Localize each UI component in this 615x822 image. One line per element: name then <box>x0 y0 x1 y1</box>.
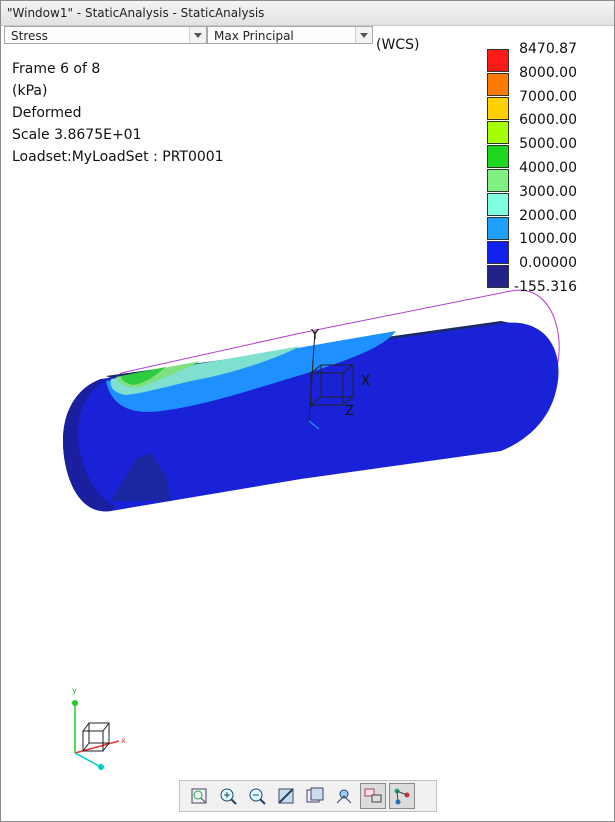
units-label: (kPa) <box>12 83 48 99</box>
view-manager-icon <box>364 788 382 803</box>
legend-value: 5000.00 <box>519 136 577 153</box>
view-toolbar <box>179 780 437 812</box>
axis-label-y: Y <box>310 328 319 343</box>
legend-value: 7000.00 <box>519 88 577 105</box>
legend-swatch <box>487 97 509 120</box>
scale-label: Scale 3.8675E+01 <box>12 127 142 143</box>
legend-swatch <box>487 121 509 144</box>
model-display-icon <box>394 788 410 805</box>
result-info: Frame 6 of 8 (kPa) Deformed Scale 3.8675… <box>12 58 224 168</box>
legend-value: 2000.00 <box>519 207 577 224</box>
legend-value: 8000.00 <box>519 64 577 81</box>
legend-value: -155.316 <box>514 278 577 295</box>
legend-swatch <box>487 49 509 72</box>
mini-axis-label-y: y <box>72 686 77 695</box>
zoom-in-icon <box>220 788 237 805</box>
legend-value: 4000.00 <box>519 159 577 176</box>
zoom-in-button[interactable] <box>215 783 241 809</box>
legend-swatch <box>487 73 509 96</box>
view-manager-button[interactable] <box>360 783 386 809</box>
analysis-window: "Window1" - StaticAnalysis - StaticAnaly… <box>0 0 615 822</box>
legend-value: 1000.00 <box>519 231 577 248</box>
axis-label-x: X <box>361 374 370 389</box>
display-style-button[interactable] <box>302 783 328 809</box>
frame-label: Frame 6 of 8 <box>12 61 101 77</box>
loadset-label: Loadset:MyLoadSet : PRT0001 <box>12 149 224 165</box>
color-legend <box>487 49 509 289</box>
refit-button[interactable] <box>186 783 212 809</box>
saved-view-icon <box>336 789 352 804</box>
display-mode-label: Deformed <box>12 105 82 121</box>
legend-value: 6000.00 <box>519 112 577 129</box>
axis-label-z: Z <box>345 404 354 419</box>
zoom-out-icon <box>249 788 266 805</box>
legend-value: 3000.00 <box>519 183 577 200</box>
legend-labels: 8470.87 8000.00 7000.00 6000.00 5000.00 4000.… <box>513 38 577 300</box>
legend-swatch <box>487 169 509 192</box>
mini-axis-label-x: x <box>121 736 126 745</box>
legend-swatch <box>487 217 509 240</box>
saved-view-button[interactable] <box>331 783 357 809</box>
legend-swatch <box>487 193 509 216</box>
legend-value: 0.00000 <box>519 255 577 272</box>
legend-swatch <box>487 145 509 168</box>
legend-value: 8470.87 <box>519 41 577 57</box>
display-style-icon <box>306 787 324 803</box>
refit-icon <box>191 788 207 804</box>
repaint-button[interactable] <box>273 783 299 809</box>
legend-swatch <box>487 241 509 264</box>
view-triad: y x <box>72 686 126 770</box>
repaint-icon <box>278 788 294 804</box>
model-display-button[interactable] <box>389 783 415 809</box>
zoom-out-button[interactable] <box>244 783 270 809</box>
legend-swatch <box>487 265 509 288</box>
coordinate-system-label: (WCS) <box>376 37 420 53</box>
